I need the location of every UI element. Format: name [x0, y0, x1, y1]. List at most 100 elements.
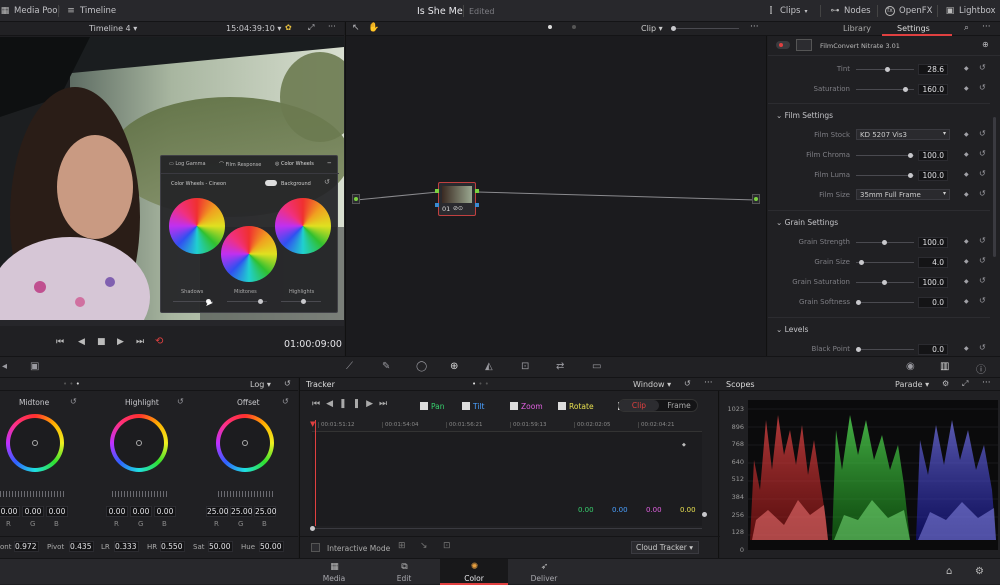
grain-1-slider[interactable]	[856, 260, 914, 265]
wheels-mode-selector[interactable]: Log ▾	[250, 380, 271, 389]
grain-3-reset-icon[interactable]: ↺	[979, 296, 986, 305]
viewer-frame[interactable]: ▭ Log Gamma ⌒ Film Response ◎ Color Whee…	[0, 37, 344, 320]
offset-value-1[interactable]: 25.00	[230, 506, 252, 517]
grain-3-slider[interactable]	[856, 300, 914, 305]
zoom-slider[interactable]	[671, 26, 739, 31]
grain-2-slider[interactable]	[856, 280, 914, 285]
output-node[interactable]	[752, 194, 760, 204]
highlights-slider[interactable]	[281, 299, 321, 304]
cloud-tracker-dropdown[interactable]: Cloud Tracker ▾	[631, 541, 699, 554]
track-forward-icon[interactable]: ▶	[366, 399, 379, 409]
camera-raw-icon[interactable]: ▣	[30, 361, 39, 372]
scope-settings-icon[interactable]: ⚙	[942, 379, 949, 388]
page-dots[interactable]: • • •	[63, 380, 80, 388]
expand-icon[interactable]: ⤢	[962, 379, 968, 389]
openfx-button[interactable]: fx OpenFX	[885, 0, 932, 22]
more-options-icon[interactable]: ···	[704, 378, 713, 388]
grain-2-slider-knob[interactable]	[882, 280, 887, 285]
timeline-selector[interactable]: Timeline 4 ▾	[89, 24, 137, 33]
tracker-check-zoom[interactable]: Zoom	[510, 401, 543, 411]
curves-icon[interactable]: ⟋	[346, 361, 353, 372]
nav-edit[interactable]: ⧉ Edit	[370, 559, 438, 585]
scope-type-selector[interactable]: Parade ▾	[895, 380, 929, 389]
tab-film-response[interactable]: ⌒ Film Response	[219, 161, 261, 168]
nav-color[interactable]: ✺ Color	[440, 559, 508, 585]
key-icon[interactable]: ⊡	[521, 361, 529, 372]
clip-mode-button[interactable]: Clip	[619, 400, 659, 411]
film-stock-reset-icon[interactable]: ↺	[979, 129, 986, 138]
setting-tint-field[interactable]: 28.6	[918, 64, 948, 75]
grain-1-slider-knob[interactable]	[859, 260, 864, 265]
background-toggle[interactable]	[265, 180, 277, 186]
shadows-wheel[interactable]	[169, 198, 225, 254]
interactive-mode-checkbox[interactable]	[311, 543, 320, 552]
setting-saturation-field[interactable]: 160.0	[918, 84, 948, 95]
scopes-icon[interactable]: ▥	[940, 361, 949, 372]
tab-log-gamma[interactable]: ▭ Log Gamma	[169, 161, 206, 167]
midtone-value-1[interactable]: 0.00	[22, 506, 44, 517]
plugin-enable-toggle[interactable]	[776, 41, 790, 49]
film-size-keyframe-icon[interactable]: ◆	[964, 191, 969, 198]
setting-saturation-keyframe-icon[interactable]: ◆	[964, 85, 969, 92]
node-editor[interactable]: ↖ ✋ Clip ▾ ··· 01 ⊘⊙	[345, 22, 768, 356]
offset-value-0[interactable]: 25.00	[206, 506, 228, 517]
midtones-wheel[interactable]	[221, 226, 277, 282]
node-key-input[interactable]	[435, 203, 439, 207]
lightbox-button[interactable]: ▣ Lightbox	[945, 0, 996, 22]
tracker-hscroll[interactable]	[310, 526, 702, 531]
film-chroma-slider-knob[interactable]	[908, 153, 913, 158]
film-stock-keyframe-icon[interactable]: ◆	[964, 131, 969, 138]
highlight-master-wheel[interactable]	[112, 491, 168, 497]
motion-effects-icon[interactable]: ◉	[906, 361, 915, 372]
film-chroma-field[interactable]: 100.0	[918, 150, 948, 161]
setting-saturation-reset-icon[interactable]: ↺	[979, 83, 986, 92]
track-reverse-step-icon[interactable]: ⏮	[312, 399, 326, 409]
film-luma-field[interactable]: 100.0	[918, 170, 948, 181]
pointer-icon[interactable]: ↖	[352, 23, 360, 33]
hr-field[interactable]: 0.550	[160, 541, 185, 552]
playhead[interactable]	[315, 420, 316, 526]
black-point-keyframe-icon[interactable]: ◆	[964, 345, 969, 352]
sizing-icon[interactable]: ⇄	[556, 361, 564, 372]
more-options-icon[interactable]: ···	[982, 22, 991, 32]
grain-0-slider[interactable]	[856, 240, 914, 245]
film-chroma-keyframe-icon[interactable]: ◆	[964, 151, 969, 158]
lr-field[interactable]: 0.333	[114, 541, 139, 552]
settings-scrollbar[interactable]	[993, 117, 996, 257]
film-luma-keyframe-icon[interactable]: ◆	[964, 171, 969, 178]
more-options-icon[interactable]: ···	[750, 22, 759, 32]
film-size-dropdown[interactable]: 35mm Full Frame ▾	[856, 189, 950, 200]
nav-media[interactable]: ▦ Media	[300, 559, 368, 585]
offset-puck[interactable]	[242, 440, 248, 446]
tracker-check-rotate[interactable]: Rotate	[558, 401, 594, 411]
grain-1-field[interactable]: 4.0	[918, 257, 948, 268]
contrast-field[interactable]: 0.972	[14, 541, 39, 552]
film-luma-reset-icon[interactable]: ↺	[979, 169, 986, 178]
timeline-button[interactable]: ≡ Timeline	[66, 0, 116, 22]
grain-0-keyframe-icon[interactable]: ◆	[964, 238, 969, 245]
nodes-button[interactable]: ⊶ Nodes	[830, 0, 871, 22]
setting-tint-slider-knob[interactable]	[885, 67, 890, 72]
play-icon[interactable]: ▶	[117, 337, 124, 347]
setting-tint-slider[interactable]	[856, 67, 914, 72]
highlight-value-0[interactable]: 0.00	[106, 506, 128, 517]
frame-mode-button[interactable]: Frame	[659, 400, 699, 411]
page-dot-active[interactable]	[548, 25, 552, 29]
grain-1-reset-icon[interactable]: ↺	[979, 256, 986, 265]
grain-3-slider-knob[interactable]	[856, 300, 861, 305]
reset-icon[interactable]: ↺	[324, 178, 330, 186]
highlight-value-1[interactable]: 0.00	[130, 506, 152, 517]
grain-0-slider-knob[interactable]	[882, 240, 887, 245]
grain-2-reset-icon[interactable]: ↺	[979, 276, 986, 285]
grain-3-keyframe-icon[interactable]: ◆	[964, 298, 969, 305]
tracker-zoom-slider[interactable]	[702, 432, 708, 526]
media-pool-button[interactable]: ▦ Media Pool	[0, 0, 60, 22]
reset-icon[interactable]: ↺	[284, 379, 291, 388]
viewer-timecode[interactable]: 15:04:39:10 ▾	[226, 24, 281, 33]
grain-1-keyframe-icon[interactable]: ◆	[964, 258, 969, 265]
tracker-mode-selector[interactable]: Window ▾	[633, 380, 671, 389]
offset-value-2[interactable]: 25.00	[254, 506, 276, 517]
play-reverse-icon[interactable]: ◀	[78, 337, 85, 347]
tab-color-wheels[interactable]: ◎ Color Wheels	[275, 161, 314, 167]
midtone-master-wheel[interactable]	[0, 491, 66, 497]
